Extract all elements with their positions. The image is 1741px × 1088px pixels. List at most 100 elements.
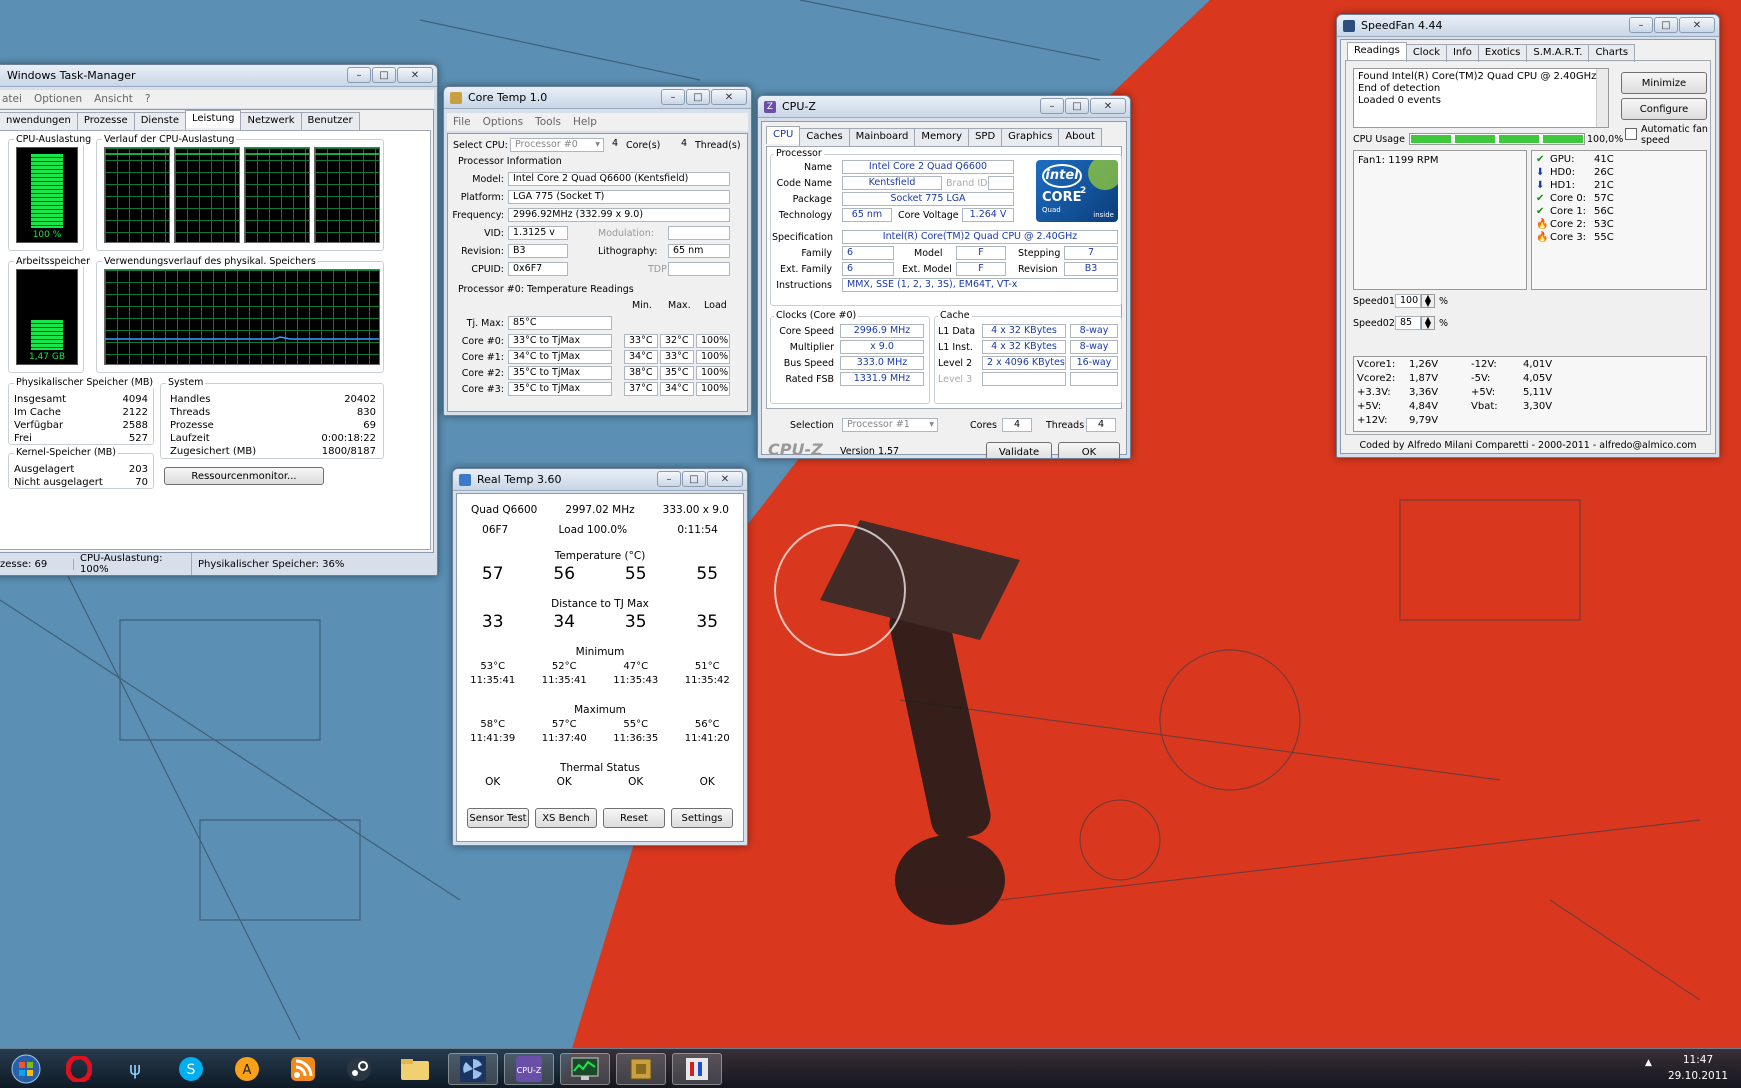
tab-users[interactable]: Benutzer bbox=[300, 112, 360, 130]
menu-help[interactable]: Help bbox=[567, 116, 603, 128]
tab-mainboard[interactable]: Mainboard bbox=[848, 128, 916, 146]
core-thermal-status: OK bbox=[556, 776, 572, 788]
tab-graphics[interactable]: Graphics bbox=[1001, 128, 1060, 146]
maximize-button[interactable]: □ bbox=[686, 89, 710, 105]
voltage-label: +12V: bbox=[1357, 415, 1388, 426]
temperature-row: ✔ GPU: 41C bbox=[1536, 153, 1702, 166]
ok-button[interactable]: OK bbox=[1058, 442, 1120, 458]
system-clock[interactable]: 11:47 29.10.2011 bbox=[1660, 1052, 1736, 1084]
steam-icon[interactable] bbox=[334, 1053, 384, 1085]
maximize-button[interactable]: □ bbox=[1065, 98, 1089, 114]
avast-icon[interactable]: A bbox=[222, 1053, 272, 1085]
stat-row: Prozesse 69 bbox=[170, 419, 376, 432]
minimize-app-button[interactable]: Minimize bbox=[1621, 72, 1707, 94]
speed01-spinner[interactable]: ▲ ▼ bbox=[1421, 294, 1435, 308]
window-title: CPU-Z bbox=[782, 100, 816, 113]
distance-header: Distance to TJ Max bbox=[551, 598, 649, 610]
realtemp-icon[interactable] bbox=[672, 1053, 722, 1085]
menu-tools[interactable]: Tools bbox=[529, 116, 567, 128]
close-button[interactable]: ✕ bbox=[1090, 98, 1126, 114]
taskmgr-icon[interactable] bbox=[560, 1053, 610, 1085]
voltage-row: Vcore2: 1,87V bbox=[1357, 372, 1457, 386]
menu-file[interactable]: atei bbox=[0, 93, 28, 105]
reset-button[interactable]: Reset bbox=[603, 808, 665, 828]
voltage-value: 9,79V bbox=[1409, 415, 1439, 426]
close-button[interactable]: ✕ bbox=[1679, 17, 1715, 33]
skype-icon[interactable]: S bbox=[166, 1053, 216, 1085]
tab-caches[interactable]: Caches bbox=[799, 128, 850, 146]
explorer-icon[interactable] bbox=[390, 1053, 440, 1085]
speed02-input[interactable]: 85 bbox=[1395, 316, 1421, 330]
cpuz-window[interactable]: Z CPU-Z – □ ✕ CPU Caches Mainboard Memor… bbox=[757, 95, 1131, 459]
menu-options[interactable]: Options bbox=[477, 116, 530, 128]
speed02-spinner[interactable]: ▲ ▼ bbox=[1421, 316, 1435, 330]
minimize-button[interactable]: – bbox=[1629, 17, 1653, 33]
tray-expand-icon[interactable]: ▲ bbox=[1645, 1058, 1652, 1068]
coretemp-window[interactable]: Core Temp 1.0 – □ ✕ File Options Tools H… bbox=[443, 86, 752, 416]
tab-services[interactable]: Dienste bbox=[133, 112, 186, 130]
rss-icon[interactable] bbox=[278, 1053, 328, 1085]
realtemp-app-icon bbox=[459, 473, 471, 486]
menu-help[interactable]: ? bbox=[139, 93, 157, 105]
voltage-value: 4,84V bbox=[1409, 401, 1439, 412]
tab-memory[interactable]: Memory bbox=[914, 128, 970, 146]
core-thermal-status: OK bbox=[699, 776, 715, 788]
tab-cpu[interactable]: CPU bbox=[766, 126, 801, 144]
auto-fan-checkbox[interactable] bbox=[1625, 128, 1637, 140]
sensor-test-button[interactable]: Sensor Test bbox=[467, 808, 529, 828]
log-scrollbar[interactable] bbox=[1596, 69, 1608, 127]
menu-file[interactable]: File bbox=[447, 116, 477, 128]
configure-button[interactable]: Configure bbox=[1621, 98, 1707, 120]
speedfan-window[interactable]: SpeedFan 4.44 – □ ✕ Readings Clock Info … bbox=[1336, 14, 1720, 458]
close-button[interactable]: ✕ bbox=[397, 67, 433, 83]
speed01-input[interactable]: 100 bbox=[1395, 294, 1421, 308]
tab-applications[interactable]: nwendungen bbox=[0, 112, 78, 130]
event-log[interactable]: Found Intel(R) Core(TM)2 Quad CPU @ 2.40… bbox=[1353, 68, 1609, 128]
cpu-multiplier: 333.00 x 9.0 bbox=[662, 504, 729, 516]
tab-spd[interactable]: SPD bbox=[968, 128, 1003, 146]
tab-processes[interactable]: Prozesse bbox=[76, 112, 135, 130]
log-line: Found Intel(R) Core(TM)2 Quad CPU @ 2.40… bbox=[1358, 71, 1597, 82]
stepping-value: 7 bbox=[1064, 246, 1118, 260]
core-load: 100% bbox=[696, 334, 730, 348]
cache-header: Cache bbox=[938, 310, 972, 321]
resource-monitor-button[interactable]: Ressourcenmonitor... bbox=[164, 467, 324, 485]
minimize-button[interactable]: – bbox=[661, 89, 685, 105]
close-button[interactable]: ✕ bbox=[707, 471, 743, 487]
cpuz-app-icon: Z bbox=[764, 100, 776, 113]
cpu-history-graph-0 bbox=[104, 147, 170, 243]
menu-view[interactable]: Ansicht bbox=[88, 93, 139, 105]
minimize-button[interactable]: – bbox=[657, 471, 681, 487]
windows-orb-icon[interactable] bbox=[4, 1053, 48, 1085]
col-min-label: Min. bbox=[632, 300, 652, 311]
validate-button[interactable]: Validate bbox=[986, 442, 1052, 458]
l3-way bbox=[1070, 372, 1118, 386]
select-cpu-dropdown[interactable]: Processor #0 ▾ bbox=[510, 138, 604, 152]
maximize-button[interactable]: □ bbox=[1654, 17, 1678, 33]
menu-options[interactable]: Optionen bbox=[28, 93, 88, 105]
coretemp-icon[interactable] bbox=[616, 1053, 666, 1085]
multiplier-label: Multiplier bbox=[789, 342, 834, 353]
cpuz-icon[interactable]: CPU-Z bbox=[504, 1053, 554, 1085]
brandid-label: Brand ID bbox=[946, 178, 988, 189]
tab-about[interactable]: About bbox=[1058, 128, 1102, 146]
maximize-button[interactable]: □ bbox=[682, 471, 706, 487]
opera-icon[interactable] bbox=[54, 1053, 104, 1085]
realtemp-window[interactable]: Real Temp 3.60 – □ ✕ Quad Q6600 2997.02 … bbox=[452, 468, 748, 846]
speedfan-icon[interactable] bbox=[448, 1053, 498, 1085]
minimize-button[interactable]: – bbox=[1040, 98, 1064, 114]
psi-icon[interactable]: ψ bbox=[110, 1053, 160, 1085]
selection-dropdown[interactable]: Processor #1 ▾ bbox=[842, 418, 938, 432]
xs-bench-button[interactable]: XS Bench bbox=[535, 808, 597, 828]
settings-button[interactable]: Settings bbox=[671, 808, 733, 828]
task-manager-window[interactable]: Windows Task-Manager – □ ✕ atei Optionen… bbox=[0, 64, 438, 576]
tab-performance[interactable]: Leistung bbox=[184, 110, 242, 128]
tab-readings[interactable]: Readings bbox=[1347, 42, 1407, 60]
temperature-label: Core 1: bbox=[1550, 206, 1587, 217]
tab-network[interactable]: Netzwerk bbox=[240, 112, 302, 130]
maximize-button[interactable]: □ bbox=[372, 67, 396, 83]
close-button[interactable]: ✕ bbox=[711, 89, 747, 105]
minimize-button[interactable]: – bbox=[347, 67, 371, 83]
cpu-mhz: 2997.02 MHz bbox=[565, 504, 635, 516]
core-label: Core #2: bbox=[461, 368, 504, 379]
